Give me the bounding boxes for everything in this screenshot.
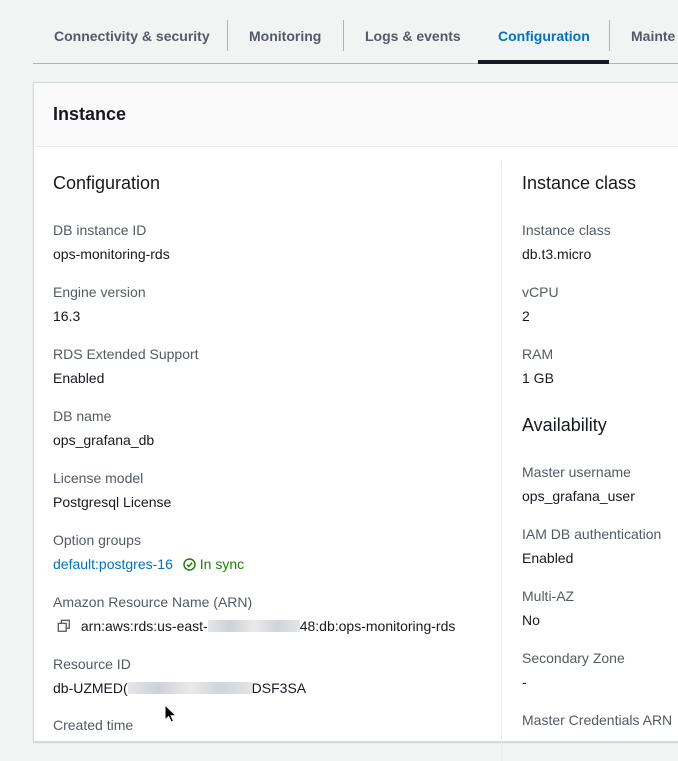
- license-model-label: License model: [53, 470, 144, 486]
- resource-id-prefix: db-UZMED(: [53, 680, 128, 696]
- tab-bar: Connectivity & security Monitoring Logs …: [33, 0, 678, 64]
- vcpu-value: 2: [522, 308, 530, 324]
- check-circle-icon: [182, 558, 196, 571]
- option-groups-row: default:postgres-16 In sync: [53, 556, 244, 572]
- instance-class-label: Instance class: [522, 222, 611, 238]
- ram-label: RAM: [522, 346, 554, 362]
- configuration-heading: Configuration: [53, 173, 161, 193]
- panel-title: Instance: [53, 104, 127, 124]
- resource-id-row: db-UZMED( DSF3SA: [53, 680, 306, 696]
- tab-separator: [343, 20, 344, 51]
- arn-prefix: arn:aws:rds:us-east-: [80, 618, 208, 634]
- multi-az-value: No: [522, 612, 540, 628]
- arn-row: arn:aws:rds:us-east- 48:db:ops-monitoring…: [57, 618, 455, 634]
- master-username-label: Master username: [522, 464, 631, 480]
- secondary-zone-value: -: [522, 674, 527, 690]
- master-credentials-arn-label: Master Credentials ARN: [522, 712, 673, 728]
- column-divider: [501, 161, 502, 761]
- master-username-value: ops_grafana_user: [522, 488, 635, 504]
- tab-connectivity-security[interactable]: Connectivity & security: [54, 28, 210, 64]
- redacted-block: [207, 620, 300, 632]
- instance-class-value: db.t3.micro: [522, 246, 592, 262]
- license-model-value: Postgresql License: [53, 494, 172, 510]
- db-name-value: ops_grafana_db: [53, 432, 155, 448]
- arn-label: Amazon Resource Name (ARN): [53, 594, 253, 610]
- mouse-cursor-icon: [164, 704, 178, 723]
- db-instance-id-label: DB instance ID: [53, 222, 147, 238]
- rds-extended-support-label: RDS Extended Support: [53, 346, 199, 362]
- iam-auth-value: Enabled: [522, 550, 574, 566]
- vcpu-label: vCPU: [522, 284, 559, 300]
- tab-separator: [609, 20, 610, 51]
- arn-suffix: 48:db:ops-monitoring-rds: [299, 618, 456, 634]
- multi-az-label: Multi-AZ: [522, 588, 575, 604]
- instance-panel: Instance Configuration DB instance ID op…: [33, 82, 678, 761]
- db-name-label: DB name: [53, 408, 112, 424]
- engine-version-label: Engine version: [53, 284, 146, 300]
- secondary-zone-label: Secondary Zone: [522, 650, 625, 666]
- option-group-link[interactable]: default:postgres-16: [53, 556, 173, 572]
- db-instance-id-value: ops-monitoring-rds: [53, 246, 170, 262]
- copy-icon[interactable]: [57, 619, 71, 633]
- tab-configuration[interactable]: Configuration: [498, 28, 590, 64]
- instance-class-heading: Instance class: [522, 173, 637, 193]
- tab-maintenance[interactable]: Mainte: [631, 28, 675, 64]
- resource-id-label: Resource ID: [53, 656, 131, 672]
- in-sync-text: In sync: [199, 556, 245, 572]
- created-time-label: Created time: [53, 717, 134, 733]
- option-group-status: In sync: [182, 556, 245, 572]
- resource-id-suffix: DSF3SA: [251, 680, 307, 696]
- active-tab-indicator: [478, 60, 609, 64]
- ram-value: 1 GB: [522, 370, 554, 386]
- engine-version-value: 16.3: [53, 308, 81, 324]
- rds-extended-support-value: Enabled: [53, 370, 105, 386]
- tab-logs-events[interactable]: Logs & events: [365, 28, 461, 64]
- availability-heading: Availability: [522, 415, 607, 435]
- iam-auth-label: IAM DB authentication: [522, 526, 662, 542]
- option-groups-label: Option groups: [53, 532, 141, 548]
- panel-header: Instance: [34, 83, 678, 147]
- tab-monitoring[interactable]: Monitoring: [249, 28, 321, 64]
- tab-separator: [227, 20, 228, 51]
- redacted-block: [127, 682, 252, 694]
